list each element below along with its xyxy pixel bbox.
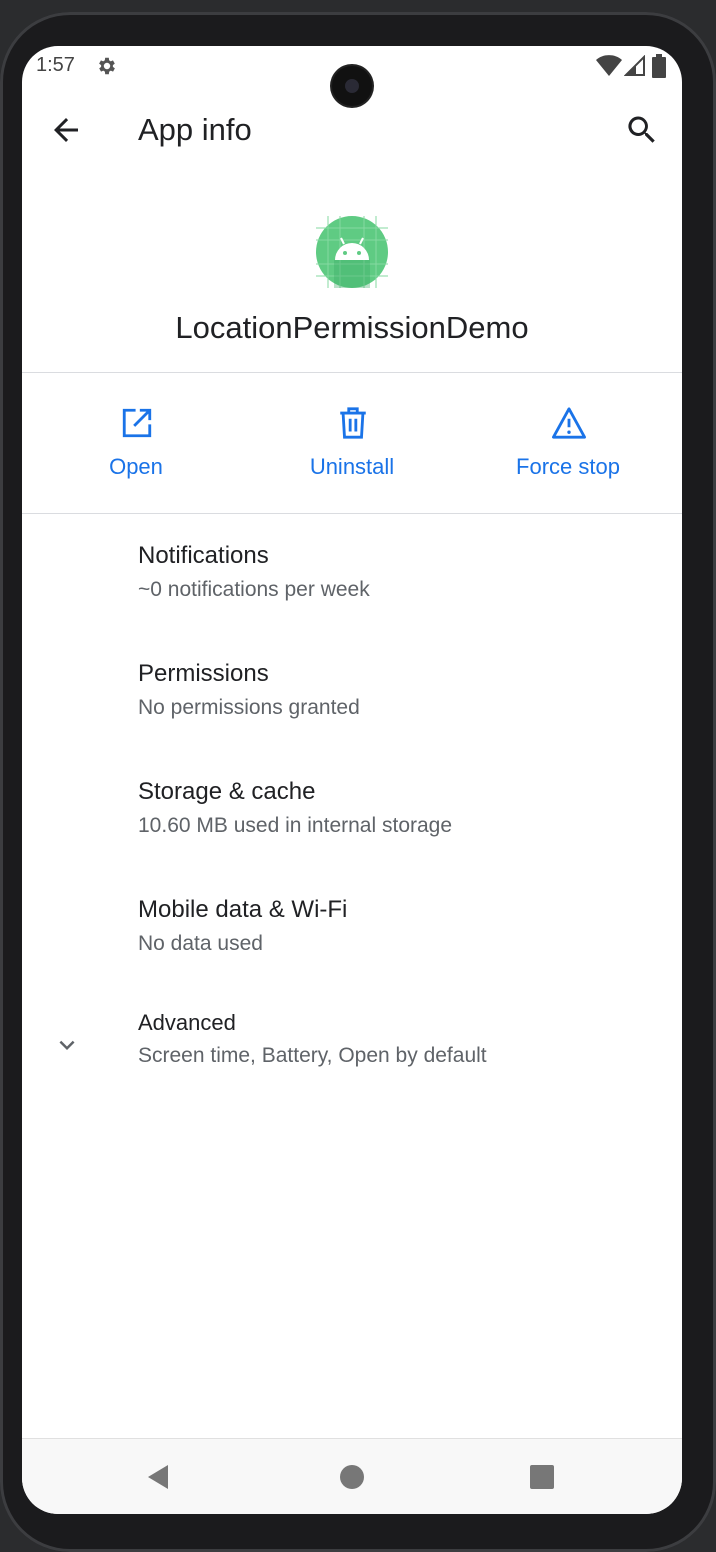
back-arrow-icon[interactable] [48, 112, 84, 148]
item-title: Notifications [138, 542, 269, 569]
app-name: LocationPermissionDemo [175, 310, 529, 345]
force-stop-button[interactable]: Force stop [458, 374, 678, 514]
app-bar: App info [22, 98, 682, 162]
item-summary: 10.60 MB used in internal storage [138, 814, 453, 837]
force-stop-label: Force stop [516, 454, 620, 479]
item-summary: No permissions granted [138, 696, 360, 719]
divider [22, 513, 682, 514]
item-title: Storage & cache [138, 778, 316, 805]
uninstall-button[interactable]: Uninstall [242, 374, 462, 514]
open-external-icon [122, 408, 152, 438]
phone-screen: 1:57 App info LocationPermissionDemo Ope… [22, 46, 682, 1514]
item-summary: ~0 notifications per week [138, 578, 370, 601]
navigation-bar [22, 1438, 682, 1514]
item-title: Permissions [138, 660, 269, 687]
divider [22, 372, 682, 373]
item-summary: No data used [138, 932, 263, 955]
item-title: Mobile data & Wi-Fi [138, 896, 348, 923]
trash-icon [340, 407, 366, 439]
search-icon[interactable] [624, 112, 660, 148]
recents-square-icon[interactable] [526, 1461, 558, 1493]
gear-icon [99, 57, 115, 75]
status-bar: 1:57 [22, 46, 682, 106]
action-buttons: Open Uninstall Force stop [22, 374, 682, 514]
status-time: 1:57 [36, 54, 75, 76]
item-summary: Screen time, Battery, Open by default [138, 1044, 487, 1067]
permissions-item[interactable]: Permissions No permissions granted [22, 634, 682, 752]
notifications-item[interactable]: Notifications ~0 notifications per week [22, 516, 682, 634]
battery-icon [652, 54, 666, 78]
chevron-down-icon [59, 1040, 75, 1050]
uninstall-label: Uninstall [309, 454, 395, 479]
page-title: App info [138, 112, 252, 147]
signal-icon [624, 55, 645, 76]
open-label: Open [109, 454, 163, 479]
advanced-item[interactable]: Advanced Screen time, Battery, Open by d… [22, 986, 682, 1104]
android-icon [316, 216, 388, 288]
back-triangle-icon[interactable] [142, 1461, 174, 1493]
home-circle-icon[interactable] [336, 1461, 368, 1493]
mobile-data-wifi-item[interactable]: Mobile data & Wi-Fi No data used [22, 870, 682, 988]
warning-icon [552, 407, 586, 439]
wifi-icon [596, 55, 622, 76]
open-button[interactable]: Open [26, 374, 246, 514]
storage-cache-item[interactable]: Storage & cache 10.60 MB used in interna… [22, 752, 682, 870]
item-title: Advanced [138, 1010, 236, 1035]
